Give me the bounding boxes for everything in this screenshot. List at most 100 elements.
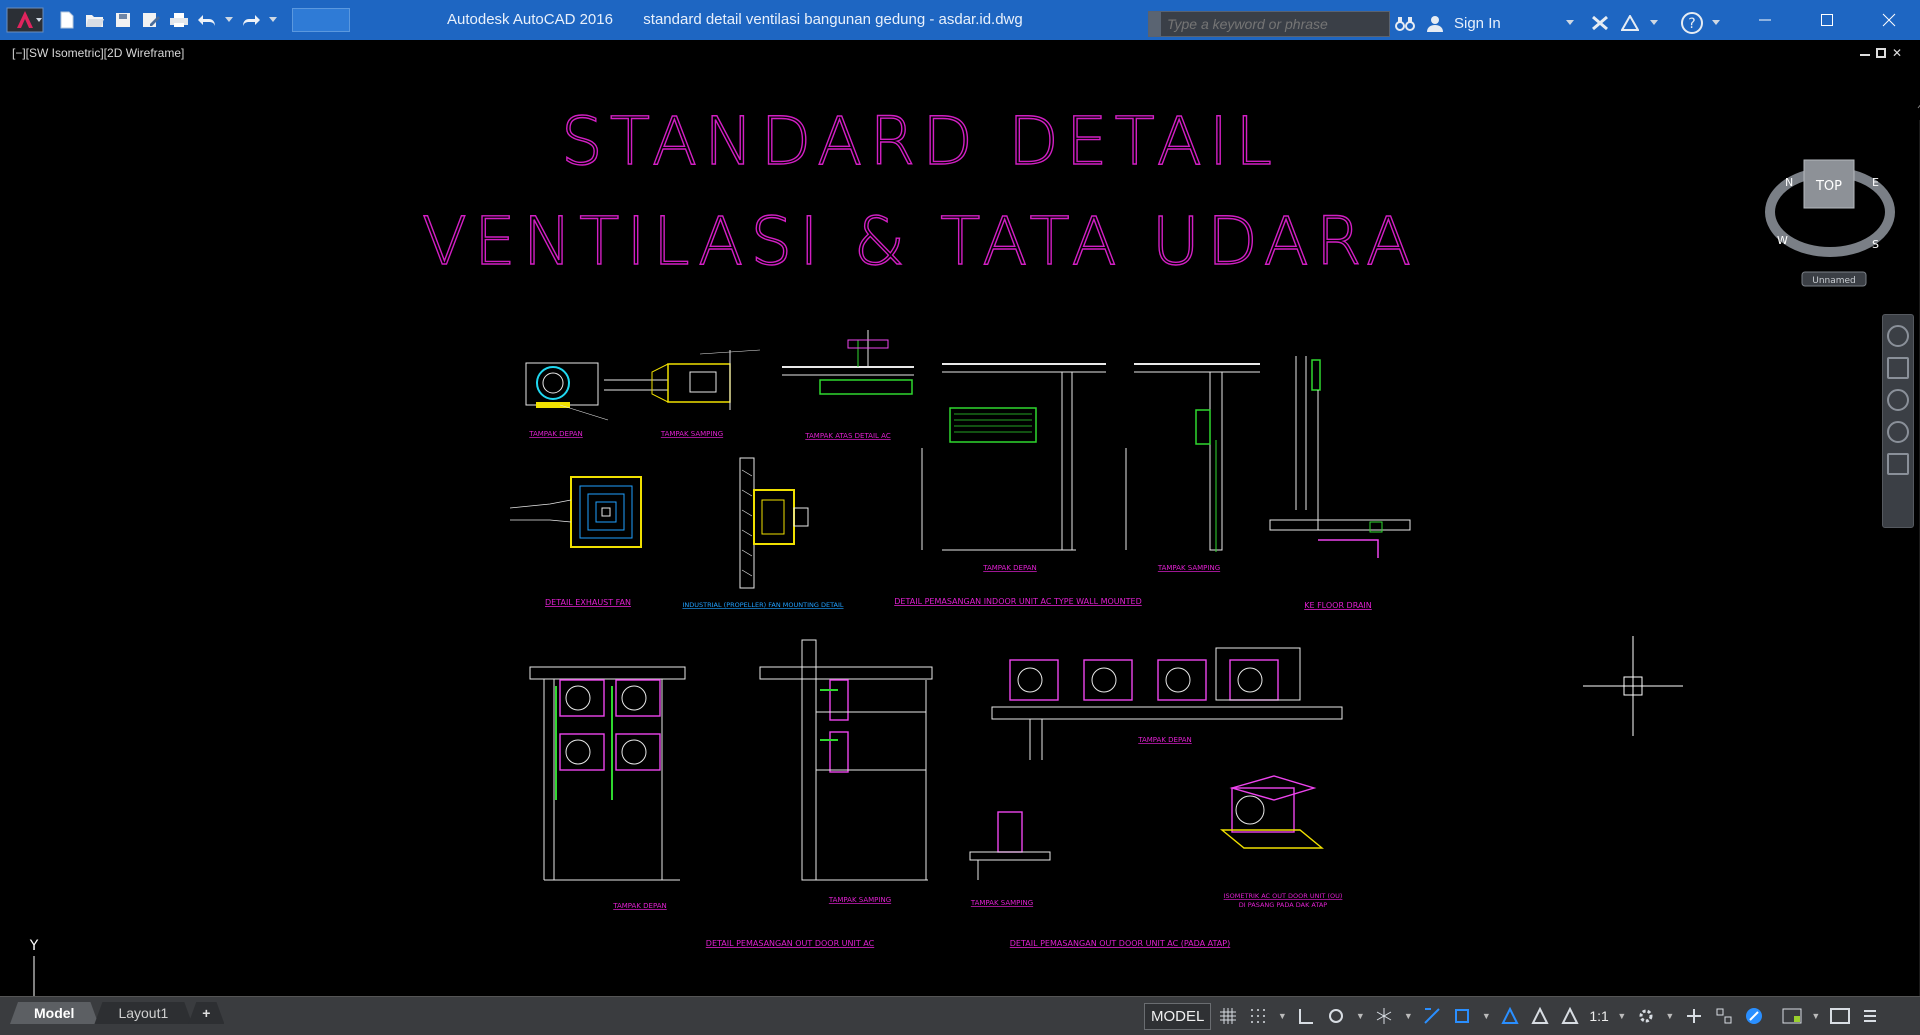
search-expand-icon[interactable] (1149, 12, 1161, 36)
tab-layout1[interactable]: Layout1 (94, 1002, 192, 1024)
undo-icon[interactable] (196, 9, 218, 31)
compass-s[interactable]: S (1872, 238, 1879, 251)
auto-scale-icon[interactable] (1527, 1003, 1553, 1029)
new-icon[interactable] (56, 9, 78, 31)
grid-icon[interactable] (1215, 1003, 1241, 1029)
redo-icon[interactable] (240, 9, 262, 31)
zoom-icon[interactable] (1887, 389, 1909, 411)
caption-tampak-depan-3: TAMPAK DEPAN (612, 902, 667, 910)
units-icon[interactable] (1711, 1003, 1737, 1029)
caption-tampak-samping-4: TAMPAK SAMPING (970, 899, 1033, 907)
annotation-scale-label[interactable]: 1:1 (1587, 1008, 1610, 1024)
object-snap-tracking-icon[interactable] (1419, 1003, 1445, 1029)
hardware-acceleration-icon[interactable] (1779, 1003, 1805, 1029)
caption-tampak-depan-2: TAMPAK DEPAN (982, 564, 1037, 572)
outdoor-unit-side-wall (759, 639, 933, 881)
chevron-down-icon[interactable] (1559, 12, 1581, 34)
drawing-title-line2: VENTILASI & TATA UDARA (422, 203, 1418, 280)
search-input[interactable] (1161, 15, 1379, 33)
sign-in-label[interactable]: Sign In (1454, 15, 1501, 32)
snap-dropdown-icon[interactable]: ▼ (1275, 1003, 1289, 1029)
status-bar: Model Layout1 + MODEL ▼ ▼ ▼ ▼ 1:1 ▼ ▼ ▼ (0, 996, 1920, 1035)
layout-tabs: Model Layout1 + (10, 1000, 224, 1024)
caption-tampak-depan-1: TAMPAK DEPAN (528, 430, 583, 438)
redo-dropdown-icon[interactable] (268, 9, 278, 31)
isodraft-dropdown-icon[interactable]: ▼ (1401, 1003, 1415, 1029)
caption-tampak-atas: TAMPAK ATAS DETAIL AC (804, 432, 891, 440)
maximize-icon[interactable] (1796, 0, 1858, 40)
ortho-icon[interactable] (1293, 1003, 1319, 1029)
help-icon[interactable]: ? (1680, 12, 1703, 34)
object-snap-icon[interactable] (1449, 1003, 1475, 1029)
exhaust-fan-side-detail (604, 349, 761, 410)
plus-icon[interactable] (1681, 1003, 1707, 1029)
workspace-gear-icon[interactable] (1633, 1003, 1659, 1029)
application-menu-button[interactable] (2, 4, 48, 36)
autocad-logo-icon (6, 7, 44, 33)
showmotion-icon[interactable] (1887, 453, 1909, 475)
sign-in-area: Sign In ? (1394, 11, 1721, 35)
snap-mode-icon[interactable] (1245, 1003, 1271, 1029)
hardware-dropdown-icon[interactable]: ▼ (1809, 1003, 1823, 1029)
customization-icon[interactable] (1857, 1003, 1883, 1029)
drawing-viewport[interactable]: [−][SW Isometric][2D Wireframe] ✕ STANDA… (8, 40, 1920, 1030)
search-box[interactable] (1148, 11, 1390, 37)
annotation-visibility-icon[interactable] (1497, 1003, 1523, 1029)
help-dropdown-icon[interactable] (1711, 12, 1721, 34)
undo-dropdown-icon[interactable] (224, 9, 234, 31)
caption-outdoor-unit: DETAIL PEMASANGAN OUT DOOR UNIT AC (706, 939, 875, 948)
indoor-unit-front-detail (921, 363, 1106, 551)
user-icon[interactable] (1424, 12, 1446, 34)
pan-icon[interactable] (1887, 357, 1909, 379)
floor-drain-detail (1269, 356, 1411, 558)
view-cube-face-label: TOP (1815, 179, 1842, 194)
compass-e[interactable]: E (1872, 176, 1879, 189)
compass-w[interactable]: W (1777, 234, 1788, 247)
workspace-dropdown-icon[interactable]: ▼ (1663, 1003, 1677, 1029)
outdoor-unit-isometric (1220, 775, 1324, 849)
orbit-icon[interactable] (1887, 421, 1909, 443)
drawing-canvas: STANDARD DETAIL VENTILASI & TATA UDARA T… (421, 102, 1418, 948)
indoor-unit-side-detail (1125, 363, 1260, 552)
model-space-button[interactable]: MODEL (1144, 1002, 1212, 1030)
add-layout-button[interactable]: + (188, 1002, 224, 1024)
app-name: Autodesk AutoCAD 2016 (447, 11, 613, 28)
caption-outdoor-roof: DETAIL PEMASANGAN OUT DOOR UNIT AC (PADA… (1010, 939, 1230, 948)
steering-wheel-icon[interactable] (1887, 325, 1909, 347)
navigation-bar (1882, 314, 1914, 528)
minimize-icon[interactable] (1734, 0, 1796, 40)
caption-indoor-unit: DETAIL PEMASANGAN INDOOR UNIT AC TYPE WA… (894, 597, 1141, 606)
scale-dropdown-icon[interactable]: ▼ (1615, 1003, 1629, 1029)
polar-tracking-icon[interactable] (1323, 1003, 1349, 1029)
annotation-scale-icon[interactable] (1557, 1003, 1583, 1029)
print-icon[interactable] (168, 9, 190, 31)
outdoor-unit-roof-side (969, 811, 1051, 880)
close-icon[interactable] (1858, 0, 1920, 40)
caption-tampak-samping-2: TAMPAK SAMPING (1157, 564, 1220, 572)
object-snap-dropdown-icon[interactable]: ▼ (1479, 1003, 1493, 1029)
open-icon[interactable] (84, 9, 106, 31)
a360-icon[interactable] (1619, 12, 1641, 34)
vertical-scrollbar[interactable] (1916, 100, 1920, 1035)
polar-dropdown-icon[interactable]: ▼ (1353, 1003, 1367, 1029)
drawing-title-line1: STANDARD DETAIL (561, 103, 1279, 180)
exchange-icon[interactable] (1589, 12, 1611, 34)
file-name: standard detail ventilasi bangunan gedun… (643, 11, 1023, 28)
window-controls (1734, 0, 1920, 40)
save-icon[interactable] (112, 9, 134, 31)
saveas-icon[interactable] (140, 9, 162, 31)
caption-tampak-samping-1: TAMPAK SAMPING (660, 430, 723, 438)
isolate-objects-icon[interactable] (1741, 1003, 1767, 1029)
qat-customize-dropdown[interactable] (292, 8, 350, 32)
binoculars-search-icon[interactable] (1394, 12, 1416, 34)
compass-n[interactable]: N (1785, 176, 1793, 189)
a360-dropdown-icon[interactable] (1649, 12, 1659, 34)
exhaust-fan-front-detail (525, 362, 609, 421)
ac-top-view-detail (782, 330, 914, 395)
view-cube[interactable]: TOP N E S W Unnamed (1760, 116, 1900, 316)
clean-screen-icon[interactable] (1827, 1003, 1853, 1029)
isodraft-icon[interactable] (1371, 1003, 1397, 1029)
caption-floor-drain: KE FLOOR DRAIN (1304, 601, 1372, 610)
tab-model[interactable]: Model (10, 1002, 98, 1024)
outdoor-unit-front-wall (529, 666, 686, 881)
